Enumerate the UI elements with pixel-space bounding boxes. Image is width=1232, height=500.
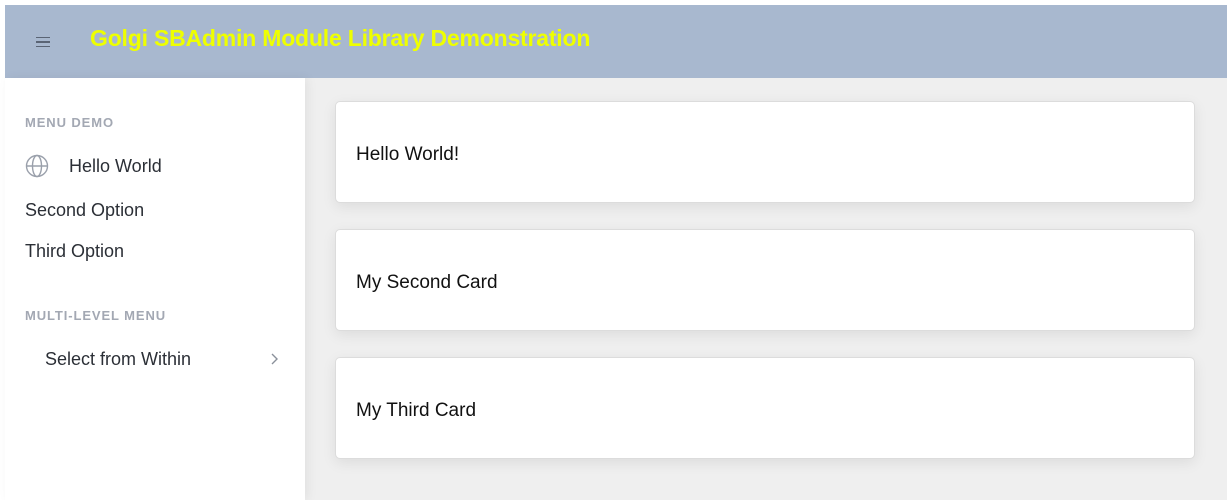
sidebar-item-second-option[interactable]: Second Option <box>25 199 144 221</box>
card-hello-world: Hello World! <box>335 101 1195 203</box>
hamburger-line <box>36 36 50 39</box>
sidebar: MENU DEMO Hello World Second Option Thir… <box>5 78 305 500</box>
globe-icon <box>25 154 49 178</box>
card-third: My Third Card <box>335 357 1195 459</box>
card-text: My Third Card <box>356 400 477 421</box>
sidebar-item-select-from-within[interactable]: Select from Within <box>45 348 285 370</box>
sidebar-item-label: Hello World <box>69 155 162 176</box>
hamburger-menu-icon[interactable] <box>33 33 53 51</box>
card-second: My Second Card <box>335 229 1195 331</box>
card-text: Hello World! <box>356 144 460 165</box>
sidebar-item-label: Second Option <box>25 199 145 220</box>
sidebar-item-label: Third Option <box>25 240 125 261</box>
top-navbar: Golgi SBAdmin Module Library Demonstrati… <box>5 5 1227 78</box>
app-root: Golgi SBAdmin Module Library Demonstrati… <box>0 0 1232 500</box>
app-title: Golgi SBAdmin Module Library Demonstrati… <box>90 25 591 51</box>
hamburger-line <box>36 45 50 48</box>
main-content: Hello World! My Second Card My Third Car… <box>305 78 1227 500</box>
hamburger-line <box>36 41 50 43</box>
chevron-right-icon <box>268 352 280 366</box>
sidebar-heading-menu-demo: MENU DEMO <box>25 115 114 130</box>
card-text: My Second Card <box>356 272 498 293</box>
sidebar-heading-multi-level-menu: MULTI-LEVEL MENU <box>25 308 167 323</box>
sidebar-item-hello-world[interactable]: Hello World <box>25 154 162 178</box>
sidebar-item-label: Select from Within <box>45 348 192 369</box>
sidebar-item-third-option[interactable]: Third Option <box>25 240 124 262</box>
